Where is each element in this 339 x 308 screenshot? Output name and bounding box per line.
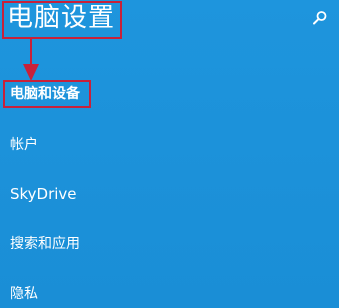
nav-item-privacy[interactable]: 隐私 (10, 285, 38, 303)
nav-item-accounts[interactable]: 帐户 (10, 136, 38, 154)
nav-item-search-and-apps[interactable]: 搜索和应用 (10, 235, 80, 253)
settings-panel: 电脑设置 电脑和设备 帐户 SkyDrive 搜索和应用 隐私 (0, 0, 339, 308)
nav-item-skydrive[interactable]: SkyDrive (10, 185, 77, 203)
nav-item-pc-and-devices[interactable]: 电脑和设备 (10, 85, 80, 103)
down-arrow-icon (23, 38, 39, 81)
search-icon[interactable] (312, 10, 328, 26)
page-title: 电脑设置 (7, 3, 116, 33)
